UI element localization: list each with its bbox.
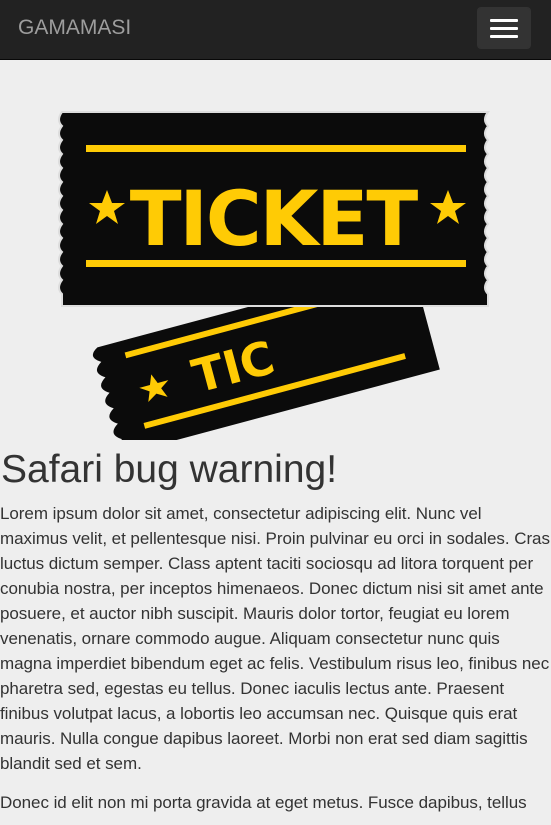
ticket-hero-image: TIC TICKET bbox=[0, 60, 551, 454]
navbar-brand[interactable]: GAMAMASI bbox=[18, 16, 131, 40]
article: Safari bug warning! Lorem ipsum dolor si… bbox=[0, 445, 551, 825]
hamburger-menu-icon bbox=[490, 19, 518, 22]
ticket-icon: TIC TICKET bbox=[58, 111, 490, 454]
page-title: Safari bug warning! bbox=[1, 448, 338, 491]
hamburger-menu-icon-bar bbox=[490, 27, 518, 30]
navbar: GAMAMASI bbox=[0, 0, 551, 60]
article-paragraph: Lorem ipsum dolor sit amet, consectetur … bbox=[0, 504, 550, 773]
ticket-text: TICKET bbox=[130, 174, 419, 263]
article-paragraph: Donec id elit non mi porta gravida at eg… bbox=[0, 793, 527, 812]
navbar-toggle-button[interactable] bbox=[477, 7, 531, 49]
hamburger-menu-icon-bar bbox=[490, 35, 518, 38]
